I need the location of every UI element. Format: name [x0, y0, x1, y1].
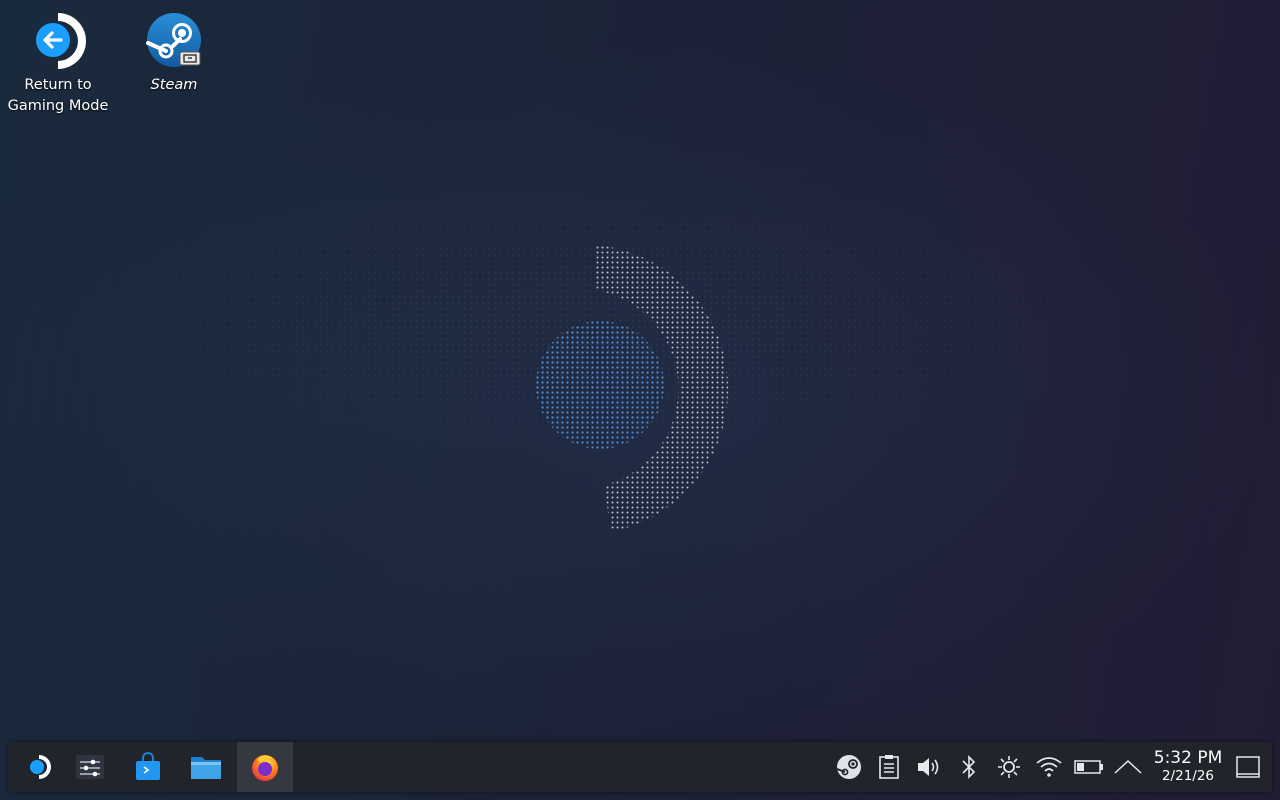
steam-icon	[146, 13, 201, 67]
clipboard-icon	[879, 755, 899, 779]
discover-button[interactable]	[120, 742, 176, 792]
chevron-up-icon	[1114, 759, 1142, 774]
desktop-icon-return-to-gaming-mode[interactable]: Return to Gaming Mode	[3, 11, 113, 117]
bluetooth-icon	[962, 755, 976, 779]
steamos-logo-icon	[30, 755, 51, 779]
show-desktop-button[interactable]	[1232, 751, 1264, 783]
digital-clock[interactable]: 5:32 PM 2/21/26	[1150, 748, 1226, 784]
firefox-button[interactable]	[237, 742, 293, 792]
show-desktop-icon	[1236, 756, 1260, 778]
clock-time: 5:32 PM	[1153, 748, 1223, 768]
desktop-icon-label: Return to Gaming Mode	[7, 77, 109, 114]
wifi-icon	[1036, 757, 1062, 777]
clock-date: 2/21/26	[1161, 768, 1215, 784]
tray-volume-button[interactable]	[913, 751, 945, 783]
steam-tray-icon	[836, 755, 861, 779]
tray-steam-button[interactable]	[833, 751, 865, 783]
tray-bluetooth-button[interactable]	[953, 751, 985, 783]
tray-battery-button[interactable]	[1073, 751, 1105, 783]
show-hidden-icons-button[interactable]	[1112, 751, 1144, 783]
return-to-gaming-mode-icon	[36, 13, 86, 69]
brightness-icon	[998, 756, 1020, 778]
firefox-icon	[252, 755, 278, 781]
system-settings-button[interactable]	[62, 742, 118, 792]
wallpaper-steamos-logo	[536, 245, 729, 532]
desktop-icon-label: Steam	[150, 77, 198, 93]
file-manager-button[interactable]	[178, 742, 234, 792]
speaker-icon	[918, 758, 939, 776]
battery-icon	[1074, 760, 1103, 774]
sliders-icon	[76, 755, 104, 779]
tray-network-button[interactable]	[1033, 751, 1065, 783]
taskbar: 5:32 PM 2/21/26	[8, 742, 1272, 792]
shopping-bag-icon	[136, 752, 160, 780]
folder-icon	[191, 757, 221, 779]
tray-brightness-button[interactable]	[993, 751, 1025, 783]
application-launcher-button[interactable]	[11, 742, 67, 792]
desktop-icon-steam[interactable]: Steam	[119, 11, 229, 96]
tray-clipboard-button[interactable]	[873, 751, 905, 783]
